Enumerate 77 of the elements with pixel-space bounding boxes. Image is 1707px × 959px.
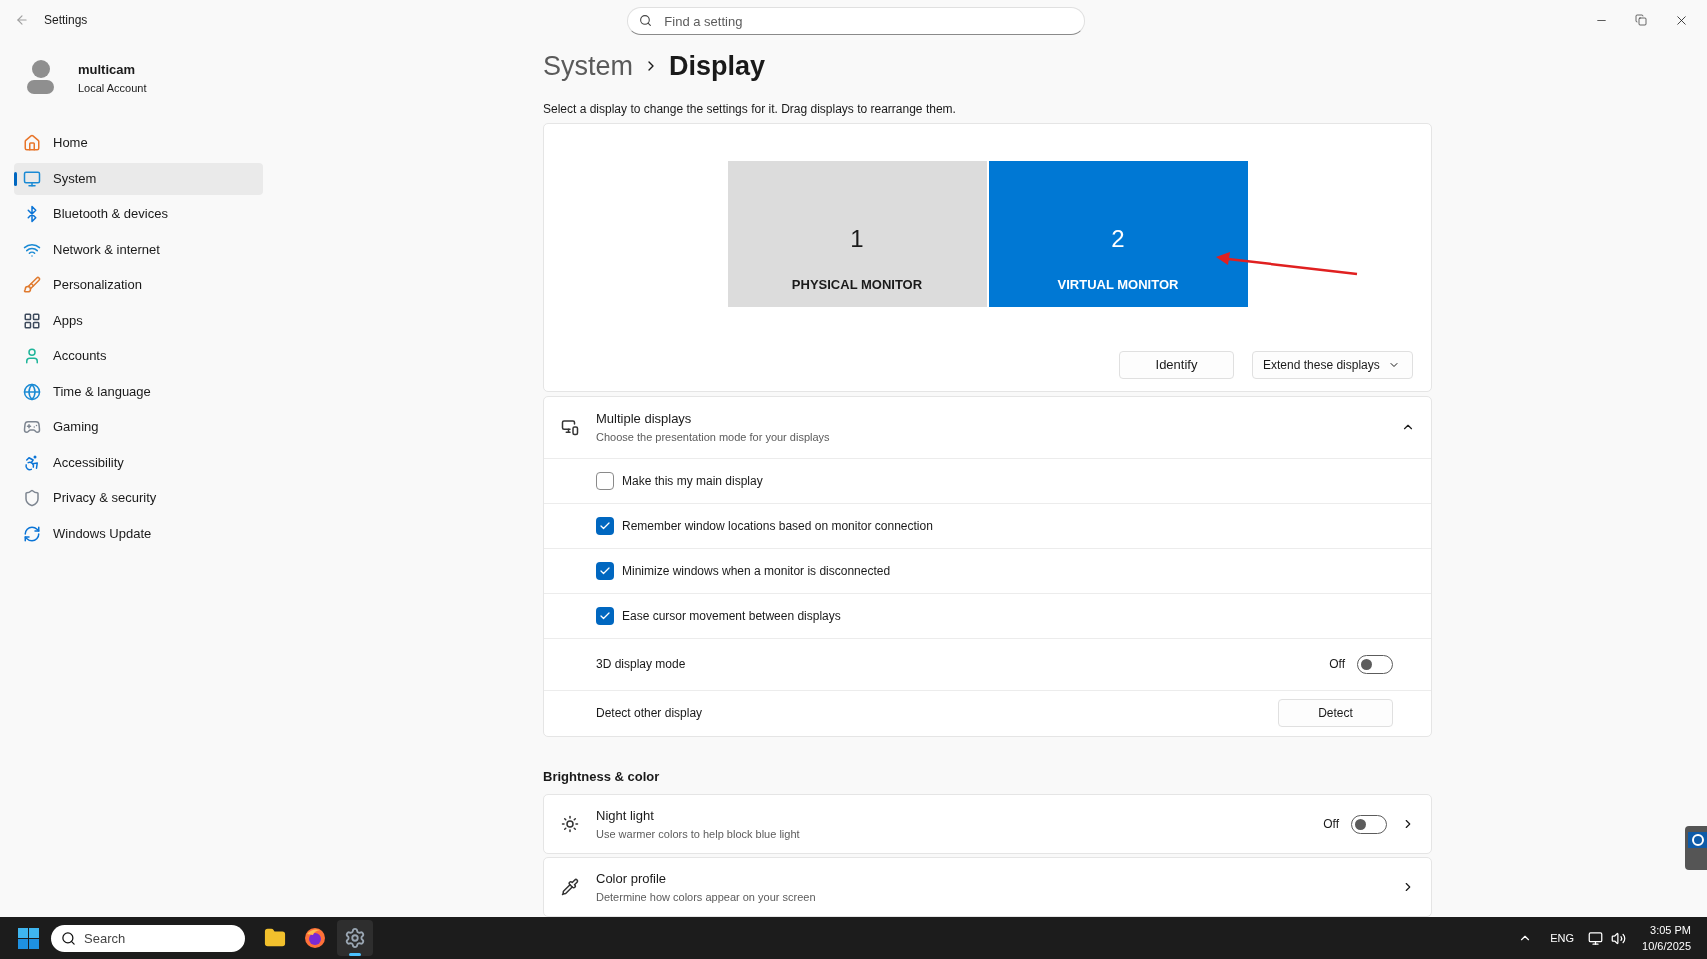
taskbar-app[interactable] — [337, 920, 373, 956]
window-title: Settings — [44, 12, 88, 29]
avatar — [27, 60, 54, 96]
restore-icon[interactable] — [1635, 14, 1647, 26]
search-icon — [61, 930, 76, 946]
apps-icon — [23, 311, 41, 330]
monitors-icon — [561, 418, 579, 436]
checkbox[interactable] — [596, 516, 614, 535]
accessibility-icon — [23, 453, 41, 472]
find-setting-field[interactable]: Find a setting — [627, 7, 1086, 35]
setting-subtitle: Determine how colors appear on your screen — [596, 889, 816, 905]
checkbox-label: Remember window locations based on monitor connection — [622, 517, 933, 535]
setting-label: 3D display mode — [596, 656, 686, 673]
monitor-icon — [23, 169, 41, 188]
section-heading: Brightness & color — [543, 767, 661, 786]
nav-item[interactable]: Privacy & security — [14, 482, 263, 514]
checkbox[interactable] — [596, 471, 614, 490]
gear-icon — [344, 927, 366, 949]
clock-date[interactable]: 10/6/2025 — [1642, 938, 1691, 955]
clock-time[interactable]: 3:05 PM — [1650, 921, 1691, 938]
toggle-switch[interactable] — [1351, 814, 1387, 834]
search-icon — [639, 14, 653, 27]
section-title: Multiple displays — [596, 410, 693, 428]
nav-item[interactable]: Time & language — [14, 375, 263, 408]
setting-title: Color profile — [596, 870, 668, 888]
setting-title: Night light — [596, 807, 655, 825]
folder-icon — [264, 927, 286, 949]
nav-item[interactable]: Gaming — [14, 411, 263, 443]
setting-card[interactable]: Night light Use warmer colors to help block blue light Off — [543, 794, 1432, 854]
person-icon — [23, 347, 41, 365]
nav-item[interactable]: Network & internet — [14, 233, 263, 266]
identify-button[interactable]: Identify — [1119, 351, 1234, 379]
monitor-tile[interactable]: 1 PHYSICAL MONITOR — [727, 161, 987, 307]
toggle-state: Off — [1323, 816, 1339, 833]
start-icon[interactable] — [18, 927, 39, 949]
toggle-switch[interactable] — [1357, 654, 1393, 674]
setting-subtitle: Use warmer colors to help block blue light — [596, 826, 800, 842]
instructions: Select a display to change the settings for it. Drag displays to rearrange them. — [543, 101, 957, 118]
globe-icon — [23, 382, 41, 401]
network-icon[interactable] — [1588, 930, 1604, 946]
account-name: multicam — [78, 61, 137, 79]
side-tab[interactable] — [1685, 826, 1707, 870]
refresh-icon — [23, 524, 41, 543]
nav-item[interactable]: System — [14, 162, 263, 195]
setting-card[interactable]: Color profile Determine how colors appear on your screen — [543, 857, 1432, 917]
nav-item[interactable]: Windows Update — [14, 517, 263, 550]
setting-label: Detect other display — [596, 705, 703, 722]
nav-item[interactable]: Accounts — [14, 340, 263, 372]
detect-button[interactable]: Detect — [1278, 699, 1393, 727]
house-icon — [23, 134, 41, 152]
nav-item[interactable]: Home — [14, 127, 263, 159]
shield-icon — [23, 489, 41, 507]
language-indicator[interactable]: ENG — [1550, 929, 1575, 947]
account-type: Local Account — [78, 80, 147, 96]
toggle-state: Off — [1329, 656, 1345, 673]
monitor-tile[interactable]: 2 VIRTUAL MONITOR — [988, 161, 1248, 307]
nav-item[interactable]: Apps — [14, 304, 263, 337]
volume-icon[interactable] — [1611, 930, 1627, 946]
browser-icon — [304, 927, 326, 949]
breadcrumb-parent[interactable]: System — [543, 45, 634, 87]
checkbox-label: Minimize windows when a monitor is disconnected — [622, 562, 891, 580]
nav-item[interactable]: Personalization — [14, 269, 263, 301]
checkbox-label: Ease cursor movement between displays — [622, 607, 841, 625]
brush-icon — [23, 276, 41, 294]
sun-icon — [561, 815, 579, 833]
checkbox[interactable] — [596, 606, 614, 625]
checkbox-label: Make this my main display — [622, 472, 763, 490]
checkbox[interactable] — [596, 561, 614, 580]
taskbar-search-field[interactable]: Search — [51, 924, 245, 952]
display-mode-dropdown[interactable]: Extend these displays — [1252, 351, 1413, 379]
gamepad-icon — [23, 418, 41, 436]
section-subtitle: Choose the presentation mode for your displays — [596, 429, 830, 445]
pen-icon — [561, 878, 579, 896]
page-title: Display — [669, 49, 766, 83]
nav-item[interactable]: Accessibility — [14, 446, 263, 479]
section-header[interactable]: Multiple displays Choose the presentation mode for your displays — [544, 396, 1431, 459]
nav-item[interactable]: Bluetooth & devices — [14, 198, 263, 230]
